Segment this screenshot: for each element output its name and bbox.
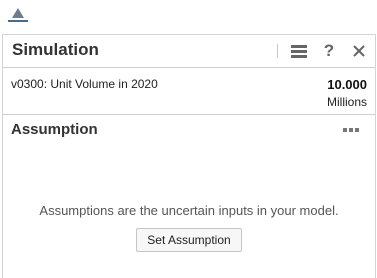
forecast-unit: Millions [326, 95, 367, 109]
simulation-panel: Simulation ? v0300: Unit Volume in 2020 … [2, 34, 376, 278]
forecast-label: v0300: Unit Volume in 2020 [11, 77, 158, 91]
help-button[interactable]: ? [318, 40, 340, 62]
forecast-row[interactable]: v0300: Unit Volume in 2020 10.000 Millio… [3, 68, 375, 115]
panel-title: Simulation [12, 40, 99, 59]
forecast-value: 10.000 [327, 77, 367, 92]
close-button[interactable] [348, 40, 370, 62]
menu-button[interactable] [288, 40, 310, 62]
panel-header: Simulation ? [3, 35, 375, 68]
assumption-title: Assumption [11, 121, 98, 138]
more-icon [343, 128, 359, 132]
header-divider [277, 44, 278, 58]
assumption-hint: Assumptions are the uncertain inputs in … [39, 203, 339, 218]
help-icon: ? [323, 41, 335, 60]
more-options-button[interactable] [341, 123, 361, 137]
chart-tab[interactable] [8, 4, 28, 22]
menu-icon [291, 44, 307, 58]
close-icon [353, 45, 365, 57]
set-assumption-button[interactable]: Set Assumption [136, 228, 242, 252]
chart-triangle-icon [12, 8, 24, 18]
